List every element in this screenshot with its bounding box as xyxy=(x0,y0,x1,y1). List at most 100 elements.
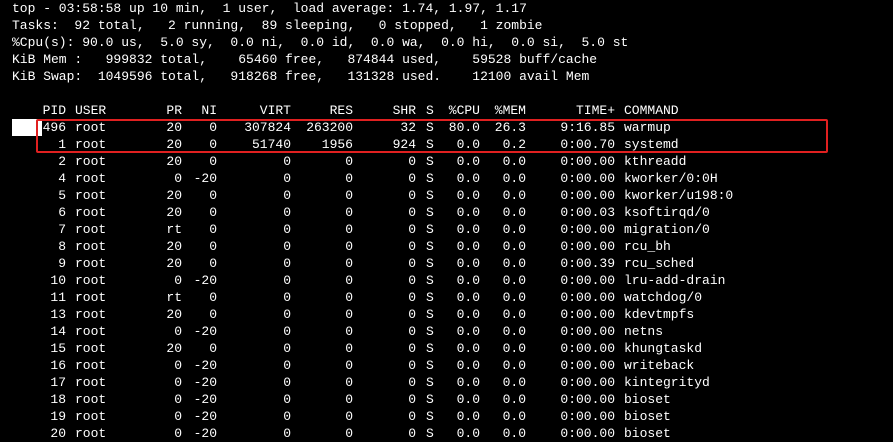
cell-user: root xyxy=(75,188,107,203)
cell-cpu: 0.0 xyxy=(456,222,480,237)
cell-virt: 0 xyxy=(283,222,291,237)
process-row[interactable]: 19 root 0 -20 0 0 0 S 0.0 0.0 0:00.00 bioset xyxy=(0,408,893,425)
cell-virt: 0 xyxy=(283,188,291,203)
cell-pr: 0 xyxy=(174,273,182,288)
cell-mem: 0.0 xyxy=(502,392,526,407)
cell-res: 0 xyxy=(345,273,353,288)
cell-pr: 20 xyxy=(166,341,182,356)
cell-ni: 0 xyxy=(209,239,217,254)
cell-mem: 0.0 xyxy=(502,358,526,373)
process-row[interactable]: 13 root 20 0 0 0 0 S 0.0 0.0 0:00.00 kdevtmpfs xyxy=(0,306,893,323)
process-row[interactable]: 8 root 20 0 0 0 0 S 0.0 0.0 0:00.00 rcu_bh xyxy=(0,238,893,255)
cell-state: S xyxy=(426,239,434,254)
cell-state: S xyxy=(426,375,434,390)
cell-shr: 0 xyxy=(408,290,416,305)
cell-virt: 0 xyxy=(283,307,291,322)
cell-user: root xyxy=(75,154,107,169)
cell-shr: 0 xyxy=(408,341,416,356)
cell-pid: 11 xyxy=(50,290,66,305)
cell-user: root xyxy=(75,222,107,237)
cell-cpu: 0.0 xyxy=(456,324,480,339)
process-row[interactable]: 4 root 0 -20 0 0 0 S 0.0 0.0 0:00.00 kworker/0:0H xyxy=(0,170,893,187)
cell-ni: -20 xyxy=(193,375,217,390)
cell-res: 0 xyxy=(345,426,353,441)
process-row[interactable]: 16 root 0 -20 0 0 0 S 0.0 0.0 0:00.00 writeback xyxy=(0,357,893,374)
cell-ni: -20 xyxy=(193,273,217,288)
cell-state: S xyxy=(426,307,434,322)
process-row[interactable]: 7 root rt 0 0 0 0 S 0.0 0.0 0:00.00 migration/0 xyxy=(0,221,893,238)
cell-shr: 0 xyxy=(408,375,416,390)
cell-time: 0:00.39 xyxy=(560,256,615,271)
cell-time: 0:00.00 xyxy=(560,426,615,441)
cell-res: 0 xyxy=(345,290,353,305)
cell-command: kintegrityd xyxy=(624,375,710,390)
cell-pr: 20 xyxy=(166,205,182,220)
cell-ni: 0 xyxy=(209,222,217,237)
cell-virt: 0 xyxy=(283,341,291,356)
cell-user: root xyxy=(75,426,107,441)
cpu-line: %Cpu(s): 90.0 us, 5.0 sy, 0.0 ni, 0.0 id… xyxy=(12,35,629,50)
cell-user: root xyxy=(75,256,107,271)
cell-mem: 0.0 xyxy=(502,290,526,305)
cell-mem: 0.0 xyxy=(502,256,526,271)
process-row[interactable]: 6 root 20 0 0 0 0 S 0.0 0.0 0:00.03 ksoftirqd/0 xyxy=(0,204,893,221)
cell-ni: 0 xyxy=(209,188,217,203)
cell-ni: 0 xyxy=(209,307,217,322)
cell-command: rcu_sched xyxy=(624,256,695,271)
cell-ni: -20 xyxy=(193,392,217,407)
process-row[interactable]: 17 root 0 -20 0 0 0 S 0.0 0.0 0:00.00 kintegrityd xyxy=(0,374,893,391)
cell-pid: 10 xyxy=(50,273,66,288)
cell-state: S xyxy=(426,341,434,356)
cell-cpu: 0.0 xyxy=(456,239,480,254)
cell-state: S xyxy=(426,409,434,424)
cell-state: S xyxy=(426,290,434,305)
cell-ni: -20 xyxy=(193,409,217,424)
process-row[interactable]: 9 root 20 0 0 0 0 S 0.0 0.0 0:00.39 rcu_sched xyxy=(0,255,893,272)
cell-pid: 5 xyxy=(58,188,66,203)
cell-time: 0:00.00 xyxy=(560,409,615,424)
cell-state: S xyxy=(426,324,434,339)
cell-mem: 0.0 xyxy=(502,409,526,424)
cell-time: 0:00.00 xyxy=(560,273,615,288)
cell-cpu: 0.0 xyxy=(456,154,480,169)
cell-mem: 0.0 xyxy=(502,171,526,186)
cell-pr: 0 xyxy=(174,324,182,339)
cell-shr: 0 xyxy=(408,222,416,237)
cell-ni: 0 xyxy=(209,205,217,220)
cell-time: 0:00.00 xyxy=(560,392,615,407)
cell-shr: 0 xyxy=(408,256,416,271)
cell-time: 0:00.00 xyxy=(560,222,615,237)
cell-cpu: 0.0 xyxy=(456,358,480,373)
process-row[interactable]: 15 root 20 0 0 0 0 S 0.0 0.0 0:00.00 khungtaskd xyxy=(0,340,893,357)
cell-res: 0 xyxy=(345,409,353,424)
cell-state: S xyxy=(426,205,434,220)
process-row[interactable]: 5 root 20 0 0 0 0 S 0.0 0.0 0:00.00 kworker/u198:0 xyxy=(0,187,893,204)
process-row[interactable]: 10 root 0 -20 0 0 0 S 0.0 0.0 0:00.00 lru-add-drain xyxy=(0,272,893,289)
cell-user: root xyxy=(75,324,107,339)
cell-shr: 0 xyxy=(408,358,416,373)
cell-pid: 13 xyxy=(50,307,66,322)
cell-pr: rt xyxy=(166,222,182,237)
cell-command: watchdog/0 xyxy=(624,290,703,305)
process-row[interactable]: 2 root 20 0 0 0 0 S 0.0 0.0 0:00.00 kthreadd xyxy=(0,153,893,170)
cell-time: 0:00.00 xyxy=(560,188,615,203)
process-row[interactable]: 20 root 0 -20 0 0 0 S 0.0 0.0 0:00.00 bioset xyxy=(0,425,893,442)
cell-ni: 0 xyxy=(209,341,217,356)
cell-pid: 6 xyxy=(58,205,66,220)
process-row[interactable]: 18 root 0 -20 0 0 0 S 0.0 0.0 0:00.00 bioset xyxy=(0,391,893,408)
cell-shr: 0 xyxy=(408,307,416,322)
cell-command: ksoftirqd/0 xyxy=(624,205,710,220)
cell-command: lru-add-drain xyxy=(624,273,726,288)
cell-pid: 14 xyxy=(50,324,66,339)
cell-mem: 0.0 xyxy=(502,375,526,390)
cell-virt: 0 xyxy=(283,409,291,424)
cell-cpu: 0.0 xyxy=(456,205,480,220)
cell-res: 0 xyxy=(345,239,353,254)
cell-virt: 0 xyxy=(283,290,291,305)
terminal-window[interactable]: top - 03:58:58 up 10 min, 1 user, load a… xyxy=(0,0,893,441)
process-row[interactable]: 14 root 0 -20 0 0 0 S 0.0 0.0 0:00.00 netns xyxy=(0,323,893,340)
cell-user: root xyxy=(75,239,107,254)
cell-shr: 0 xyxy=(408,409,416,424)
process-row[interactable]: 11 root rt 0 0 0 0 S 0.0 0.0 0:00.00 watchdog/0 xyxy=(0,289,893,306)
cell-pid: 19 xyxy=(50,409,66,424)
